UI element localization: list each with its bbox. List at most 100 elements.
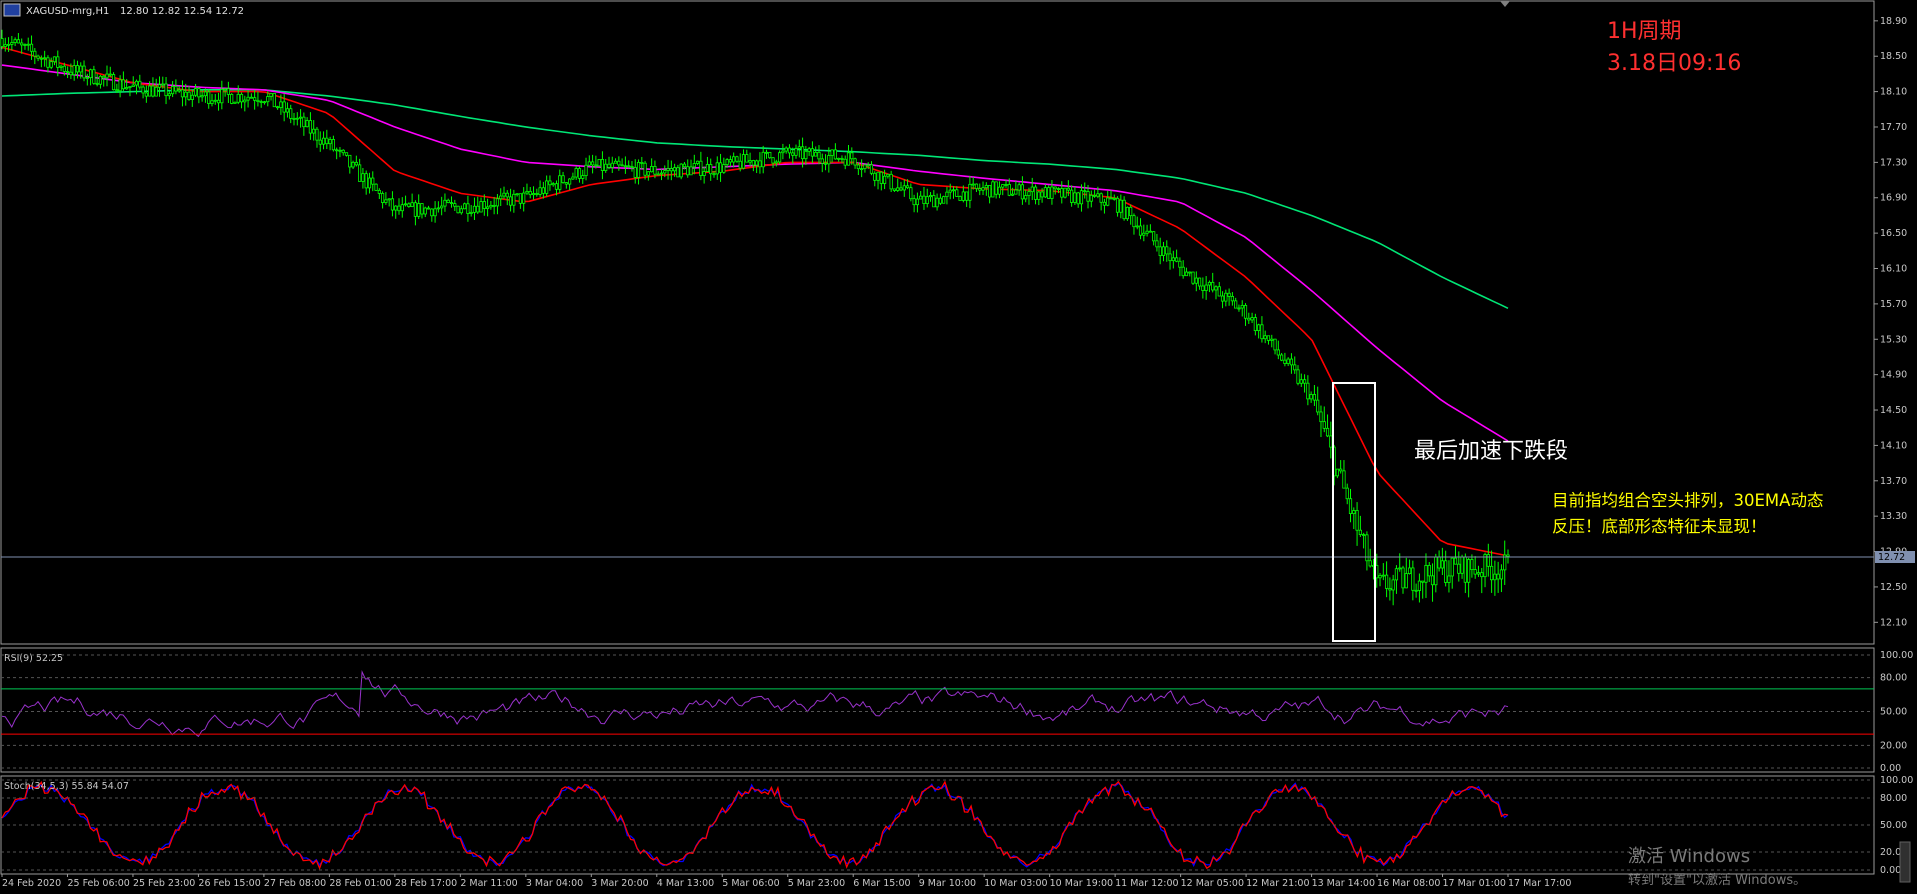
chart-canvas[interactable]: XAGUSD-mrg,H1 12.80 12.82 12.54 12.72 18… — [0, 0, 1917, 894]
candle-body — [1142, 232, 1146, 236]
candle-body — [394, 205, 398, 211]
candle-body — [1217, 286, 1221, 297]
candle-body — [1083, 190, 1087, 193]
candle-body — [312, 128, 316, 134]
candle-body — [259, 101, 263, 103]
candle-body — [919, 195, 923, 200]
candle-body — [515, 193, 519, 196]
candle-body — [1135, 225, 1139, 228]
candle-body — [20, 42, 24, 46]
candle-body — [1339, 468, 1343, 472]
candle-body — [620, 164, 624, 167]
candle-body — [1030, 186, 1034, 193]
candle-body — [659, 172, 664, 175]
candle-body — [1407, 567, 1412, 574]
candle-body — [1165, 246, 1169, 255]
candle-body — [935, 197, 939, 208]
candle-body — [1050, 186, 1054, 199]
candle-body — [863, 164, 867, 170]
candle-body — [59, 65, 63, 68]
candle-body — [285, 108, 290, 113]
candle-body — [896, 187, 900, 191]
candle-body — [1243, 304, 1248, 319]
candle-body — [899, 187, 903, 191]
candle-body — [1129, 206, 1133, 217]
candle-body — [417, 203, 421, 217]
candle-body — [1247, 317, 1251, 321]
candle-body — [472, 205, 477, 213]
candle-body — [558, 175, 562, 190]
candle-body — [810, 148, 815, 157]
candle-body — [909, 187, 913, 200]
candle-body — [1214, 286, 1218, 291]
candle-body — [1092, 194, 1097, 197]
stoch-tick-label: 50.00 — [1880, 820, 1907, 831]
candle-body — [1312, 394, 1317, 401]
time-tick-label: 28 Feb 01:00 — [329, 878, 391, 889]
candle-body — [246, 96, 250, 101]
candle-body — [1168, 253, 1172, 262]
candle-body — [305, 120, 309, 128]
time-tick-label: 26 Feb 15:00 — [198, 878, 260, 889]
candle-body — [955, 189, 959, 197]
candle-layer — [0, 29, 1510, 606]
candle-body — [1086, 191, 1090, 202]
candle-body — [102, 75, 106, 79]
price-tick-label: 13.30 — [1880, 511, 1907, 522]
candle-body — [820, 158, 824, 164]
candle-body — [449, 202, 454, 204]
candle-body — [1171, 257, 1175, 262]
rsi-layer — [1, 670, 1509, 738]
candle-body — [1260, 324, 1264, 340]
candle-body — [216, 99, 221, 104]
chart-shift-marker[interactable] — [1500, 1, 1510, 7]
candle-body — [1414, 589, 1418, 592]
candle-body — [220, 89, 224, 104]
candle-body — [1496, 573, 1500, 580]
candle-body — [538, 187, 542, 195]
candle-body — [1043, 187, 1047, 198]
candle-body — [1486, 554, 1490, 567]
candle-body — [390, 198, 395, 211]
candle-body — [387, 198, 391, 201]
candle-body — [797, 146, 801, 149]
stoch-tick-label: 80.00 — [1880, 793, 1907, 804]
candle-body — [663, 170, 667, 174]
price-tick-label: 18.50 — [1880, 51, 1907, 62]
candle-body — [1388, 588, 1392, 591]
candle-body — [1457, 563, 1461, 574]
candle-body — [1335, 468, 1339, 477]
candle-body — [223, 88, 227, 91]
candle-body — [817, 151, 821, 160]
candle-body — [771, 157, 775, 164]
candle-body — [1197, 277, 1202, 287]
scroll-handle-icon[interactable] — [1899, 841, 1911, 883]
candle-body — [1493, 573, 1497, 581]
price-tick-label: 17.30 — [1880, 157, 1907, 168]
candle-body — [814, 151, 818, 157]
rsi-tick-label: 50.00 — [1880, 707, 1907, 718]
rsi-tick-label: 20.00 — [1880, 740, 1907, 751]
candle-body — [1394, 568, 1399, 581]
price-tick-label: 18.90 — [1880, 16, 1907, 27]
candle-body — [1368, 560, 1372, 567]
candle-body — [587, 161, 591, 166]
candle-body — [1096, 193, 1100, 197]
candle-body — [82, 65, 86, 79]
candle-body — [154, 86, 158, 97]
candle-body — [52, 56, 57, 63]
ohlc-label: 12.80 12.82 12.54 12.72 — [120, 6, 244, 17]
candle-body — [157, 84, 162, 88]
candle-body — [187, 91, 191, 100]
candle-body — [1253, 317, 1257, 332]
candle-body — [348, 154, 352, 168]
candle-body — [295, 117, 299, 120]
candle-body — [902, 185, 906, 191]
candle-body — [905, 185, 910, 189]
candle-body — [138, 80, 142, 88]
candle-body — [1027, 191, 1031, 197]
candle-body — [115, 89, 119, 92]
candle-body — [991, 181, 995, 198]
candle-body — [791, 152, 795, 156]
chart-header: XAGUSD-mrg,H1 12.80 12.82 12.54 12.72 — [3, 3, 244, 17]
